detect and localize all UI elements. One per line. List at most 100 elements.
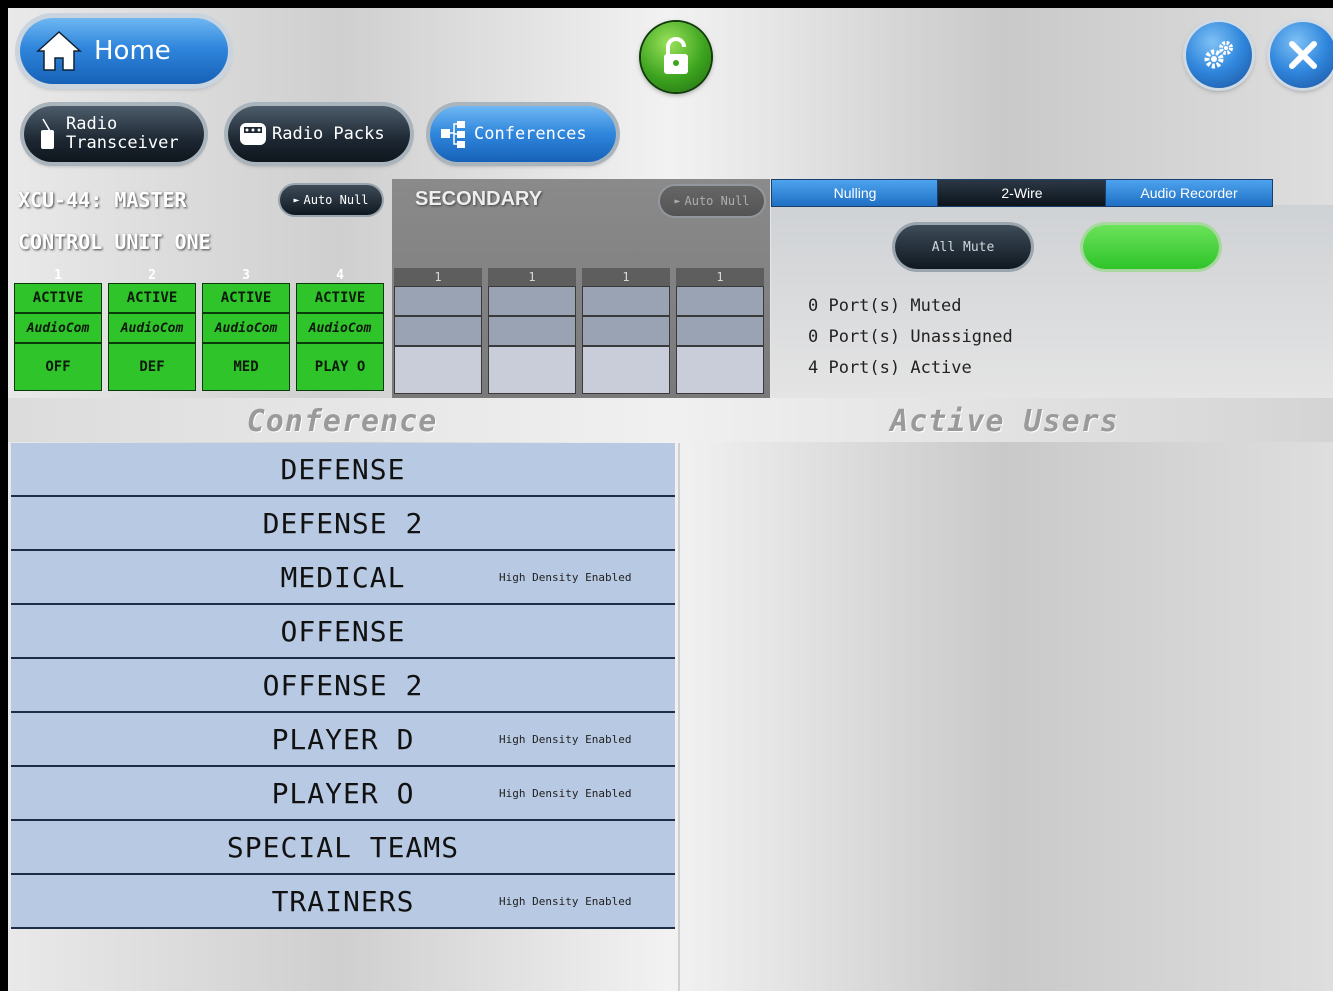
port-conference[interactable] (582, 346, 670, 394)
port-number: 1 (488, 268, 576, 286)
master-title: XCU-44: MASTER (18, 188, 187, 212)
conference-name: SPECIAL TEAMS (226, 830, 460, 864)
conference-list: DEFENSE DEFENSE 2 MEDICAL High Density E… (8, 443, 678, 991)
port-type[interactable] (488, 316, 576, 346)
master-port-2: 2 ACTIVE AudioCom DEF (108, 268, 196, 391)
port-status[interactable]: ACTIVE (108, 283, 196, 313)
conference-name: OFFENSE 2 (262, 668, 424, 702)
port-type[interactable]: AudioCom (14, 313, 102, 343)
port-status[interactable] (676, 286, 764, 316)
secondary-auto-null-button[interactable]: ► Auto Null (660, 186, 764, 216)
port-number: 3 (242, 268, 250, 283)
conference-name: PLAYER O (271, 776, 415, 810)
conference-note: High Density Enabled (499, 894, 632, 908)
port-type[interactable] (582, 316, 670, 346)
master-port-4: 4 ACTIVE AudioCom PLAY O (296, 268, 384, 391)
master-port-3: 3 ACTIVE AudioCom MED (202, 268, 290, 391)
secondary-port-3: 1 (582, 268, 670, 394)
secondary-port-2: 1 (488, 268, 576, 394)
port-conference[interactable]: DEF (108, 343, 196, 391)
tab-radio-packs[interactable]: Radio Packs (228, 106, 410, 162)
radio-pack-icon (238, 119, 268, 149)
conference-row[interactable]: DEFENSE 2 (11, 497, 675, 551)
conference-row[interactable]: DEFENSE (11, 443, 675, 497)
port-conference[interactable]: PLAY O (296, 343, 384, 391)
tab-label-line1: Radio (66, 114, 118, 134)
conference-name: MEDICAL (280, 560, 406, 594)
all-active-button[interactable] (1083, 225, 1219, 269)
stat-muted: 0 Port(s) Muted (808, 296, 962, 316)
play-icon: ► (293, 194, 300, 206)
active-users-list (678, 443, 1333, 991)
port-number: 1 (394, 268, 482, 286)
conferences-icon (440, 119, 468, 149)
port-number: 1 (676, 268, 764, 286)
tab-nulling[interactable]: Nulling (771, 179, 939, 207)
secondary-port-1: 1 (394, 268, 482, 394)
port-status[interactable] (582, 286, 670, 316)
port-status[interactable] (488, 286, 576, 316)
port-status[interactable]: ACTIVE (14, 283, 102, 313)
secondary-title: SECONDARY (415, 188, 543, 210)
conference-name: DEFENSE (280, 452, 406, 486)
tab-conferences[interactable]: Conferences (430, 106, 616, 162)
port-conference[interactable] (488, 346, 576, 394)
conference-row[interactable]: TRAINERS High Density Enabled (11, 875, 675, 929)
tab-label-line2: Transceiver (66, 133, 179, 153)
tab-label: Radio Packs (272, 124, 385, 144)
stat-active: 4 Port(s) Active (808, 358, 972, 378)
port-type[interactable] (394, 316, 482, 346)
conference-row[interactable]: OFFENSE (11, 605, 675, 659)
port-number: 1 (582, 268, 670, 286)
tab-label: Conferences (474, 124, 587, 144)
master-auto-null-button[interactable]: ► Auto Null (280, 185, 382, 215)
conference-row[interactable]: MEDICAL High Density Enabled (11, 551, 675, 605)
port-conference[interactable] (394, 346, 482, 394)
port-conference[interactable]: MED (202, 343, 290, 391)
port-type[interactable]: AudioCom (108, 313, 196, 343)
close-icon (1289, 41, 1317, 69)
auto-null-label: Auto Null (303, 193, 369, 207)
conference-note: High Density Enabled (499, 570, 632, 584)
active-users-header: Active Users (890, 404, 1119, 439)
conference-name: PLAYER D (271, 722, 415, 756)
master-subtitle: CONTROL UNIT ONE (18, 230, 211, 254)
conference-name: OFFENSE (280, 614, 406, 648)
master-port-1: 1 ACTIVE AudioCom OFF (14, 268, 102, 391)
home-label: Home (94, 36, 171, 66)
radio-icon (38, 117, 58, 151)
port-number: 1 (54, 268, 62, 283)
conference-row[interactable]: OFFENSE 2 (11, 659, 675, 713)
conference-row[interactable]: PLAYER O High Density Enabled (11, 767, 675, 821)
unlock-icon (664, 37, 688, 74)
conference-row[interactable]: PLAYER D High Density Enabled (11, 713, 675, 767)
play-icon: ► (674, 195, 681, 207)
conference-note: High Density Enabled (499, 732, 632, 746)
conference-name: DEFENSE 2 (262, 506, 424, 540)
port-status[interactable] (394, 286, 482, 316)
tab-radio-transceiver[interactable]: Radio Transceiver (24, 106, 204, 162)
port-type[interactable]: AudioCom (296, 313, 384, 343)
close-button[interactable] (1270, 22, 1333, 88)
conference-header: Conference (246, 404, 438, 439)
stat-unassigned: 0 Port(s) Unassigned (808, 327, 1013, 347)
all-mute-button[interactable]: All Mute (895, 225, 1031, 269)
conference-row[interactable]: SPECIAL TEAMS (11, 821, 675, 875)
port-type[interactable] (676, 316, 764, 346)
home-button[interactable]: Home (20, 18, 228, 84)
tab-2-wire[interactable]: 2-Wire (937, 179, 1107, 207)
home-icon (36, 30, 82, 71)
lock-button[interactable] (641, 22, 711, 92)
gears-icon (1204, 41, 1233, 69)
port-status[interactable]: ACTIVE (202, 283, 290, 313)
port-number: 2 (148, 268, 156, 283)
conference-note: High Density Enabled (499, 786, 632, 800)
port-conference[interactable] (676, 346, 764, 394)
port-type[interactable]: AudioCom (202, 313, 290, 343)
port-conference[interactable]: OFF (14, 343, 102, 391)
app-window: Home Radio Transceiver Radio Packs Confe… (8, 8, 1333, 991)
conference-name: TRAINERS (271, 884, 415, 918)
settings-button[interactable] (1186, 22, 1252, 88)
port-status[interactable]: ACTIVE (296, 283, 384, 313)
tab-audio-recorder[interactable]: Audio Recorder (1105, 179, 1273, 207)
